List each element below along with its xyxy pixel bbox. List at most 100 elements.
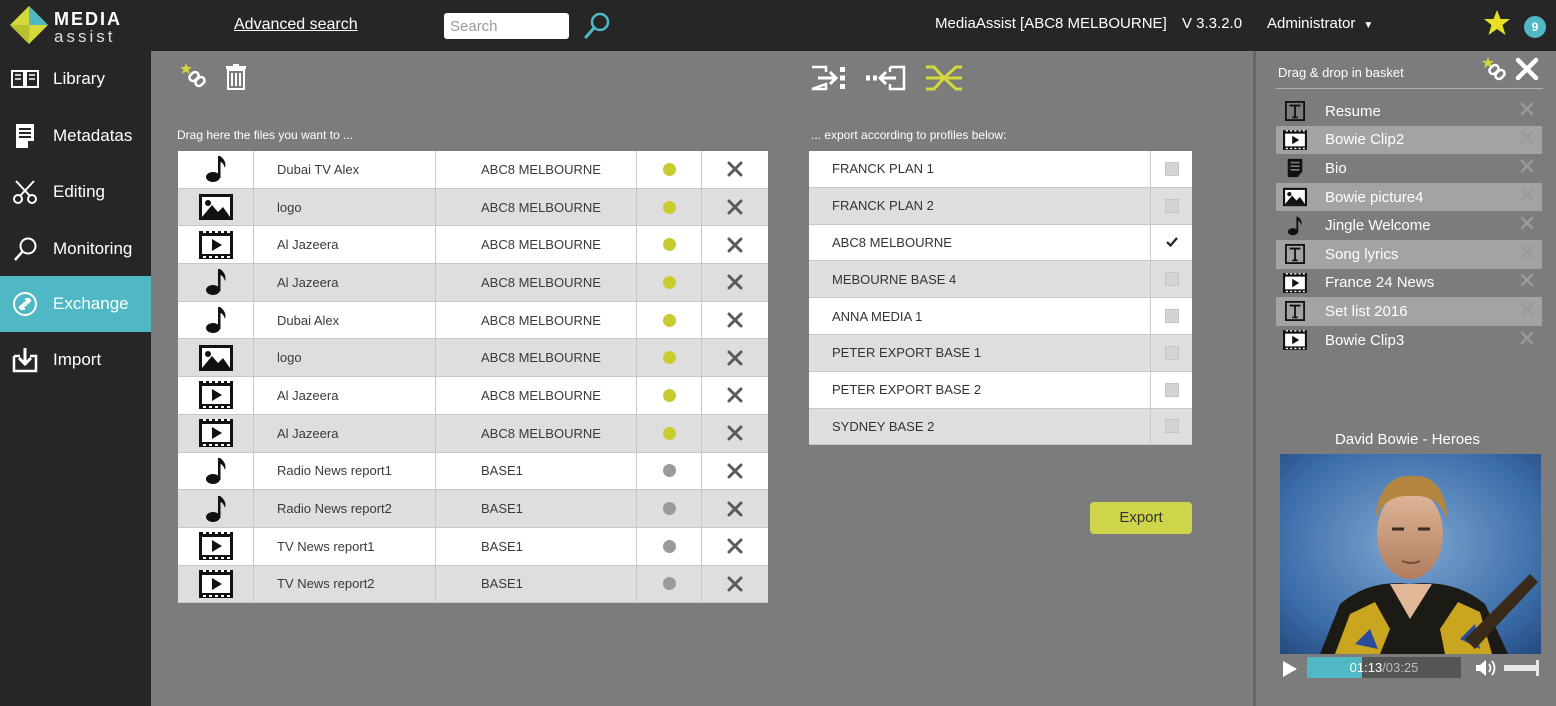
play-icon[interactable] bbox=[1282, 660, 1298, 678]
remove-file-button[interactable] bbox=[702, 339, 768, 376]
sidebar-item-editing[interactable]: Editing bbox=[0, 164, 151, 220]
profile-checkbox[interactable] bbox=[1164, 419, 1179, 434]
profile-checkbox[interactable] bbox=[1164, 309, 1179, 324]
export-profile-icon[interactable] bbox=[810, 65, 848, 91]
remove-basket-item-button[interactable] bbox=[1512, 331, 1542, 350]
sidebar-item-monitoring[interactable]: Monitoring bbox=[0, 221, 151, 277]
status-dot bbox=[662, 313, 676, 327]
table-row[interactable]: Al Jazeera ABC8 MELBOURNE bbox=[178, 264, 768, 302]
profile-checkbox[interactable] bbox=[1164, 382, 1179, 397]
table-row[interactable]: Radio News report1 BASE1 bbox=[178, 452, 768, 491]
profile-checkbox[interactable] bbox=[1164, 198, 1179, 213]
export-button[interactable]: Export bbox=[1090, 502, 1192, 534]
remove-basket-item-button[interactable] bbox=[1512, 245, 1542, 264]
basket-item[interactable]: Set list 2016 bbox=[1276, 297, 1542, 326]
advanced-search-link[interactable]: Advanced search bbox=[234, 16, 358, 34]
profile-row[interactable]: PETER EXPORT BASE 2 bbox=[809, 371, 1192, 409]
remove-file-button[interactable] bbox=[702, 151, 768, 188]
profile-checkbox[interactable] bbox=[1164, 272, 1179, 287]
remove-file-button[interactable] bbox=[702, 415, 768, 452]
table-row[interactable]: Radio News report2 BASE1 bbox=[178, 490, 768, 528]
table-row[interactable]: TV News report2 BASE1 bbox=[178, 565, 768, 604]
profile-row[interactable]: SYDNEY BASE 2 bbox=[809, 408, 1192, 446]
basket-panel[interactable]: Drag & drop in basket Resume Bowie Clip2 B… bbox=[1253, 51, 1556, 706]
basket-item[interactable]: Bowie Clip2 bbox=[1276, 125, 1542, 155]
remove-file-button[interactable] bbox=[702, 528, 768, 565]
distribute-icon[interactable] bbox=[924, 64, 964, 92]
remove-file-button[interactable] bbox=[702, 490, 768, 527]
remove-file-button[interactable] bbox=[702, 226, 768, 263]
basket-item[interactable]: Song lyrics bbox=[1276, 239, 1542, 269]
remove-file-button[interactable] bbox=[702, 189, 768, 226]
add-link-icon[interactable] bbox=[1482, 57, 1508, 83]
remove-file-button[interactable] bbox=[702, 302, 768, 339]
remove-file-button[interactable] bbox=[702, 566, 768, 603]
video-preview[interactable] bbox=[1280, 454, 1541, 654]
sidebar-item-label: Editing bbox=[53, 182, 105, 201]
volume-icon[interactable] bbox=[1475, 658, 1497, 678]
volume-slider[interactable] bbox=[1504, 660, 1539, 676]
profile-row[interactable]: FRANCK PLAN 1 bbox=[809, 151, 1192, 188]
star-icon[interactable] bbox=[1482, 8, 1512, 38]
trash-icon[interactable] bbox=[226, 64, 246, 90]
add-link-icon[interactable] bbox=[180, 63, 210, 91]
remove-basket-item-button[interactable] bbox=[1512, 273, 1542, 292]
profile-name: ANNA MEDIA 1 bbox=[809, 298, 1151, 334]
remove-basket-item-button[interactable] bbox=[1512, 102, 1542, 121]
table-row[interactable]: logo ABC8 MELBOURNE bbox=[178, 188, 768, 227]
video-progress-bar[interactable]: 01:13/03:25 bbox=[1307, 657, 1461, 678]
sidebar-item-metadatas[interactable]: Metadatas bbox=[0, 108, 151, 164]
close-icon bbox=[727, 425, 743, 441]
table-row[interactable]: TV News report1 BASE1 bbox=[178, 527, 768, 566]
profile-checkbox[interactable] bbox=[1164, 161, 1179, 176]
basket-item-label: Bio bbox=[1325, 159, 1347, 177]
basket-item[interactable]: France 24 News bbox=[1276, 269, 1542, 298]
sidebar-item-library[interactable]: Library bbox=[0, 51, 151, 107]
profile-row[interactable]: MEBOURNE BASE 4 bbox=[809, 261, 1192, 299]
user-menu[interactable]: Administrator ▼ bbox=[1267, 15, 1373, 32]
table-row[interactable]: Al Jazeera ABC8 MELBOURNE bbox=[178, 226, 768, 265]
remove-basket-item-button[interactable] bbox=[1512, 188, 1542, 207]
search-input[interactable] bbox=[444, 13, 569, 39]
profile-checkbox[interactable] bbox=[1164, 345, 1179, 360]
file-name: Al Jazeera bbox=[254, 226, 436, 264]
search-icon[interactable] bbox=[582, 10, 612, 40]
profile-row[interactable]: ANNA MEDIA 1 bbox=[809, 298, 1192, 335]
basket-item-label: Bowie Clip2 bbox=[1325, 131, 1405, 149]
basket-item[interactable]: Bio bbox=[1276, 154, 1542, 183]
profile-row[interactable]: ABC8 MELBOURNE bbox=[809, 224, 1192, 262]
remove-file-button[interactable] bbox=[702, 377, 768, 414]
profile-row[interactable]: FRANCK PLAN 2 bbox=[809, 187, 1192, 225]
files-table[interactable]: Dubai TV Alex ABC8 MELBOURNE logo ABC8 MELB… bbox=[178, 151, 768, 604]
table-row[interactable]: Al Jazeera ABC8 MELBOURNE bbox=[178, 414, 768, 453]
file-base: ABC8 MELBOURNE bbox=[436, 226, 637, 264]
table-row[interactable]: Al Jazeera ABC8 MELBOURNE bbox=[178, 377, 768, 415]
notification-badge[interactable]: 9 bbox=[1524, 16, 1546, 38]
basket-item[interactable]: Resume bbox=[1276, 97, 1542, 126]
basket-item[interactable]: Bowie picture4 bbox=[1276, 182, 1542, 212]
remove-basket-item-button[interactable] bbox=[1512, 130, 1542, 149]
sidebar-item-import[interactable]: Import bbox=[0, 332, 151, 388]
table-row[interactable]: logo ABC8 MELBOURNE bbox=[178, 339, 768, 378]
remove-basket-item-button[interactable] bbox=[1512, 302, 1542, 321]
checkmark-icon bbox=[1165, 237, 1178, 248]
basket-item[interactable]: Jingle Welcome bbox=[1276, 211, 1542, 240]
basket-item[interactable]: Bowie Clip3 bbox=[1276, 326, 1542, 355]
import-profile-icon[interactable] bbox=[866, 65, 906, 91]
close-icon bbox=[727, 161, 743, 177]
volume-knob[interactable] bbox=[1536, 660, 1539, 676]
status-cell bbox=[637, 452, 702, 490]
sidebar-item-exchange[interactable]: Exchange bbox=[0, 276, 151, 332]
logo[interactable]: MEDIA assist bbox=[8, 4, 148, 48]
profile-row[interactable]: PETER EXPORT BASE 1 bbox=[809, 334, 1192, 372]
table-row[interactable]: Dubai TV Alex ABC8 MELBOURNE bbox=[178, 151, 768, 189]
remove-file-button[interactable] bbox=[702, 453, 768, 490]
remove-file-button[interactable] bbox=[702, 264, 768, 301]
profile-checkbox[interactable] bbox=[1164, 235, 1179, 250]
remove-basket-item-button[interactable] bbox=[1512, 159, 1542, 178]
close-icon[interactable] bbox=[1515, 57, 1539, 81]
remove-basket-item-button[interactable] bbox=[1512, 216, 1542, 235]
table-row[interactable]: Dubai Alex ABC8 MELBOURNE bbox=[178, 301, 768, 340]
profile-name: ABC8 MELBOURNE bbox=[809, 224, 1151, 261]
close-icon bbox=[727, 274, 743, 290]
